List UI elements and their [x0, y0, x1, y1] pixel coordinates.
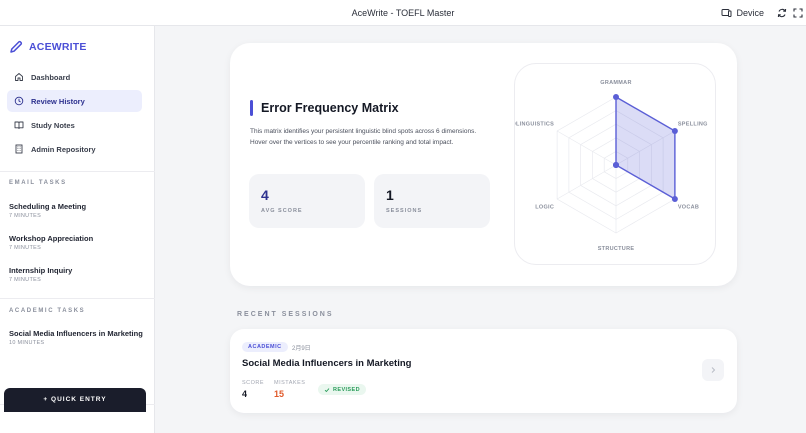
score-value: 4: [242, 389, 248, 399]
academic-tasks-label: ACADEMIC TASKS: [9, 308, 86, 314]
nav-label: Study Notes: [31, 120, 75, 130]
error-matrix-card: Error Frequency Matrix This matrix ident…: [230, 43, 737, 286]
nav-label: Admin Repository: [31, 144, 96, 154]
sync-icon[interactable]: [776, 7, 788, 19]
device-icon: [721, 9, 732, 17]
score-label: SCORE: [242, 380, 265, 386]
task-duration: 10 MINUTES: [9, 340, 45, 346]
sidebar-divider: [0, 298, 155, 299]
radar-vertex-spelling[interactable]: [671, 128, 678, 134]
task-title: Scheduling a Meeting: [9, 202, 87, 211]
task-title: Internship Inquiry: [9, 266, 73, 275]
session-card[interactable]: ACADEMIC 2月9日 Social Media Influencers i…: [230, 329, 737, 413]
radar-vertex-grammar[interactable]: [613, 94, 619, 100]
task-scheduling-a-meeting[interactable]: Scheduling a Meeting 7 MINUTES: [9, 202, 149, 220]
email-tasks-label: EMAIL TASKS: [9, 180, 67, 186]
task-workshop-appreciation[interactable]: Workshop Appreciation 7 MINUTES: [9, 234, 149, 252]
radar-axis-line: [556, 164, 617, 200]
radar-axis-label: LOGIC: [535, 204, 554, 210]
nav-item-dashboard[interactable]: Dashboard: [7, 66, 142, 88]
radar-axis-line: [556, 130, 617, 166]
session-category-badge: ACADEMIC: [242, 342, 288, 352]
device-label: Device: [736, 8, 764, 18]
nav-label: Review History: [31, 96, 85, 106]
task-internship-inquiry[interactable]: Internship Inquiry 7 MINUTES: [9, 266, 149, 284]
stat-label: SESSIONS: [386, 208, 423, 214]
pencil-icon: [10, 40, 23, 53]
chevron-right-icon: [711, 367, 716, 373]
nav-label: Dashboard: [31, 72, 71, 82]
stat-value: 4: [261, 187, 269, 203]
window-title: AceWrite - TOEFL Master: [351, 8, 455, 18]
radar-axis-label: VOCAB: [678, 204, 699, 210]
stat-avg-score: 4 AVG SCORE: [249, 174, 365, 228]
nav-item-study-notes[interactable]: Study Notes: [7, 114, 142, 136]
task-social-media-influencers[interactable]: Social Media Influencers in Marketing 10…: [9, 329, 149, 347]
radar-data-area: [615, 95, 676, 201]
radar-axis-label: SOCIOLINGUISTICS: [515, 122, 554, 128]
session-title: Social Media Influencers in Marketing: [242, 358, 412, 369]
check-icon: [324, 387, 330, 392]
nav-item-admin-repository[interactable]: Admin Repository: [7, 138, 142, 160]
task-duration: 7 MINUTES: [9, 277, 42, 283]
task-title: Social Media Influencers in Marketing: [9, 329, 143, 338]
radar-axis-label: SPELLING: [678, 122, 708, 128]
matrix-title: Error Frequency Matrix: [261, 101, 399, 115]
radar-chart: GRAMMAR SPELLING VOCAB STRUCTURE LOGIC SOCIOL…: [514, 63, 716, 265]
open-session-button[interactable]: [702, 359, 724, 381]
title-bar: AceWrite - TOEFL Master Device: [0, 0, 806, 26]
brand-name: ACEWRITE: [29, 41, 87, 53]
device-button[interactable]: Device: [721, 7, 764, 19]
mistakes-value: 15: [274, 389, 285, 399]
radar-vertex-sociolinguistics[interactable]: [613, 162, 619, 168]
book-icon: [14, 121, 24, 129]
session-date: 2月9日: [292, 346, 311, 352]
title-accent-bar: [250, 100, 253, 116]
task-duration: 7 MINUTES: [9, 245, 42, 251]
radar-vertex-vocab[interactable]: [671, 196, 678, 202]
fullscreen-icon[interactable]: [792, 7, 804, 19]
nav-item-review-history[interactable]: Review History: [7, 90, 142, 112]
home-icon: [15, 73, 23, 81]
matrix-description: This matrix identifies your persistent l…: [250, 128, 477, 146]
stat-sessions: 1 SESSIONS: [374, 174, 490, 228]
quick-entry-button[interactable]: + QUICK ENTRY: [4, 388, 146, 412]
clock-icon: [14, 96, 24, 106]
revised-badge: REVISED: [318, 384, 366, 395]
recent-sessions-label: RECENT SESSIONS: [237, 311, 334, 318]
task-title: Workshop Appreciation: [9, 234, 94, 243]
revised-label: REVISED: [333, 386, 360, 393]
mistakes-label: MISTAKES: [274, 380, 306, 386]
brand-logo[interactable]: ACEWRITE: [9, 40, 87, 54]
task-duration: 7 MINUTES: [9, 213, 42, 219]
sidebar: ACEWRITE Dashboard Review History Study …: [0, 26, 155, 433]
stat-value: 1: [386, 187, 394, 203]
radar-svg: GRAMMAR SPELLING VOCAB STRUCTURE LOGIC SOCIOL…: [515, 80, 708, 252]
radar-axis-label: GRAMMAR: [600, 80, 631, 86]
building-icon: [15, 144, 23, 154]
stat-label: AVG SCORE: [261, 208, 303, 214]
radar-axis-label: STRUCTURE: [598, 246, 635, 252]
sidebar-divider: [0, 171, 155, 172]
